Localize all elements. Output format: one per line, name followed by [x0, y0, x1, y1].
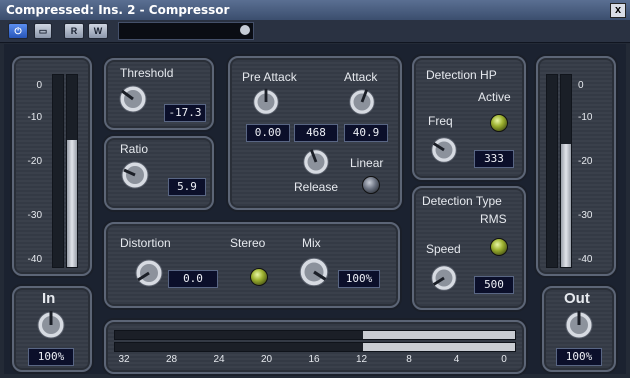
freq-value[interactable]: 333: [474, 150, 514, 168]
preset-selector[interactable]: [118, 22, 254, 40]
input-meter-right: [66, 74, 78, 268]
write-automation-button[interactable]: W: [88, 23, 108, 39]
gain-reduction-fill-bottom: [363, 343, 515, 351]
plugin-toolbar: ⏻ ▭ R W: [0, 20, 630, 43]
input-label: In: [42, 290, 56, 307]
output-scale-40: -40: [578, 254, 593, 265]
threshold-label: Threshold: [120, 66, 174, 80]
output-scale-0: 0: [578, 80, 584, 91]
mix-knob[interactable]: [296, 254, 332, 290]
input-gain-value[interactable]: 100%: [28, 348, 74, 366]
output-label: Out: [564, 290, 590, 307]
window-title: Compressed: Ins. 2 - Compressor: [6, 3, 230, 17]
output-scale-30: -30: [578, 210, 593, 221]
gain-reduction-tick-24: 24: [213, 354, 225, 365]
linear-label: Linear: [350, 156, 384, 170]
input-scale-40: -40: [27, 254, 42, 265]
title-bar[interactable]: Compressed: Ins. 2 - Compressor x: [0, 0, 630, 21]
preset-menu-icon[interactable]: [240, 25, 250, 35]
output-meter-right-fill: [561, 144, 571, 267]
threshold-knob[interactable]: [116, 82, 150, 116]
hold-value[interactable]: 468: [294, 124, 338, 142]
output-gain-value[interactable]: 100%: [556, 348, 602, 366]
stereo-label: Stereo: [230, 236, 266, 250]
ratio-value[interactable]: 5.9: [168, 178, 206, 196]
output-meter-right: [560, 74, 572, 268]
attack-release-panel: Pre Attack Attack 0.00 468 40.9 Release …: [228, 56, 402, 210]
gain-reduction-tick-8: 8: [406, 354, 412, 365]
detection-type-label: Detection Type: [422, 194, 502, 208]
input-scale-20: -20: [27, 156, 42, 167]
detection-hp-active-label: Active: [478, 90, 511, 104]
output-gain-knob[interactable]: [562, 308, 596, 342]
pre-attack-label: Pre Attack: [242, 70, 297, 84]
freq-knob[interactable]: [428, 134, 460, 166]
attack-label: Attack: [344, 70, 378, 84]
mix-value[interactable]: 100%: [338, 270, 380, 288]
detection-hp-panel: Detection HP Active Freq 333: [412, 56, 526, 180]
output-scale-20: -20: [578, 156, 593, 167]
gain-reduction-fill-top: [363, 331, 515, 339]
release-knob[interactable]: [300, 146, 332, 178]
ratio-label: Ratio: [120, 142, 149, 156]
detection-hp-active-toggle[interactable]: [490, 114, 508, 132]
pre-attack-knob[interactable]: [250, 86, 282, 118]
input-meter-right-fill: [67, 140, 77, 267]
speed-label: Speed: [426, 242, 461, 256]
threshold-panel: Threshold -17.3: [104, 58, 214, 130]
detection-mode-label: RMS: [480, 212, 507, 226]
distortion-panel: Distortion 0.0 Stereo Mix 100%: [104, 222, 400, 308]
gain-reduction-tick-0: 0: [501, 354, 507, 365]
output-scale-10: -10: [578, 112, 593, 123]
gain-reduction-tick-4: 4: [453, 354, 460, 365]
distortion-label: Distortion: [120, 236, 171, 250]
gain-reduction-bar-bottom: [114, 342, 516, 352]
input-meter-left: [52, 74, 64, 268]
gain-reduction-tick-16: 16: [308, 354, 320, 365]
pre-attack-value[interactable]: 0.00: [246, 124, 290, 142]
input-gain-panel: In 100%: [12, 286, 92, 372]
gain-reduction-tick-20: 20: [260, 354, 273, 365]
stereo-toggle[interactable]: [250, 268, 268, 286]
input-scale-30: -30: [27, 210, 42, 221]
input-scale-10: -10: [27, 112, 42, 123]
gain-reduction-panel: 32 28 24 20 16 12 8 4 0: [104, 320, 526, 374]
gain-reduction-tick-32: 32: [118, 354, 130, 365]
gain-reduction-tick-12: 12: [355, 354, 368, 365]
attack-value[interactable]: 40.9: [344, 124, 388, 142]
freq-label: Freq: [428, 114, 453, 128]
linear-toggle[interactable]: [362, 176, 380, 194]
distortion-knob[interactable]: [132, 256, 166, 290]
output-meter-left: [546, 74, 558, 268]
read-automation-button[interactable]: R: [64, 23, 84, 39]
detection-type-panel: Detection Type RMS Speed 500: [412, 186, 526, 310]
ratio-panel: Ratio 5.9: [104, 136, 214, 210]
release-label: Release: [294, 180, 339, 194]
speed-knob[interactable]: [428, 262, 460, 294]
distortion-value[interactable]: 0.0: [168, 270, 218, 288]
detection-mode-toggle[interactable]: [490, 238, 508, 256]
output-gain-panel: Out 100%: [542, 286, 616, 372]
attack-knob[interactable]: [346, 86, 378, 118]
speed-value[interactable]: 500: [474, 276, 514, 294]
plugin-window: Compressed: Ins. 2 - Compressor x ⏻ ▭ R …: [0, 0, 630, 378]
gain-reduction-bar-top: [114, 330, 516, 340]
output-meter-panel: 0 -10 -20 -30 -40: [536, 56, 616, 276]
threshold-value[interactable]: -17.3: [164, 104, 206, 122]
input-meter-panel: 0 -10 -20 -30 -40: [12, 56, 92, 276]
power-button[interactable]: ⏻: [8, 23, 28, 39]
ratio-knob[interactable]: [118, 158, 152, 192]
mix-label: Mix: [302, 236, 321, 250]
detection-hp-label: Detection HP: [426, 68, 497, 82]
close-button[interactable]: x: [610, 3, 626, 18]
input-gain-knob[interactable]: [34, 308, 68, 342]
gain-reduction-tick-28: 28: [165, 354, 178, 365]
bypass-button[interactable]: ▭: [34, 23, 52, 39]
input-scale-0: 0: [36, 80, 42, 91]
